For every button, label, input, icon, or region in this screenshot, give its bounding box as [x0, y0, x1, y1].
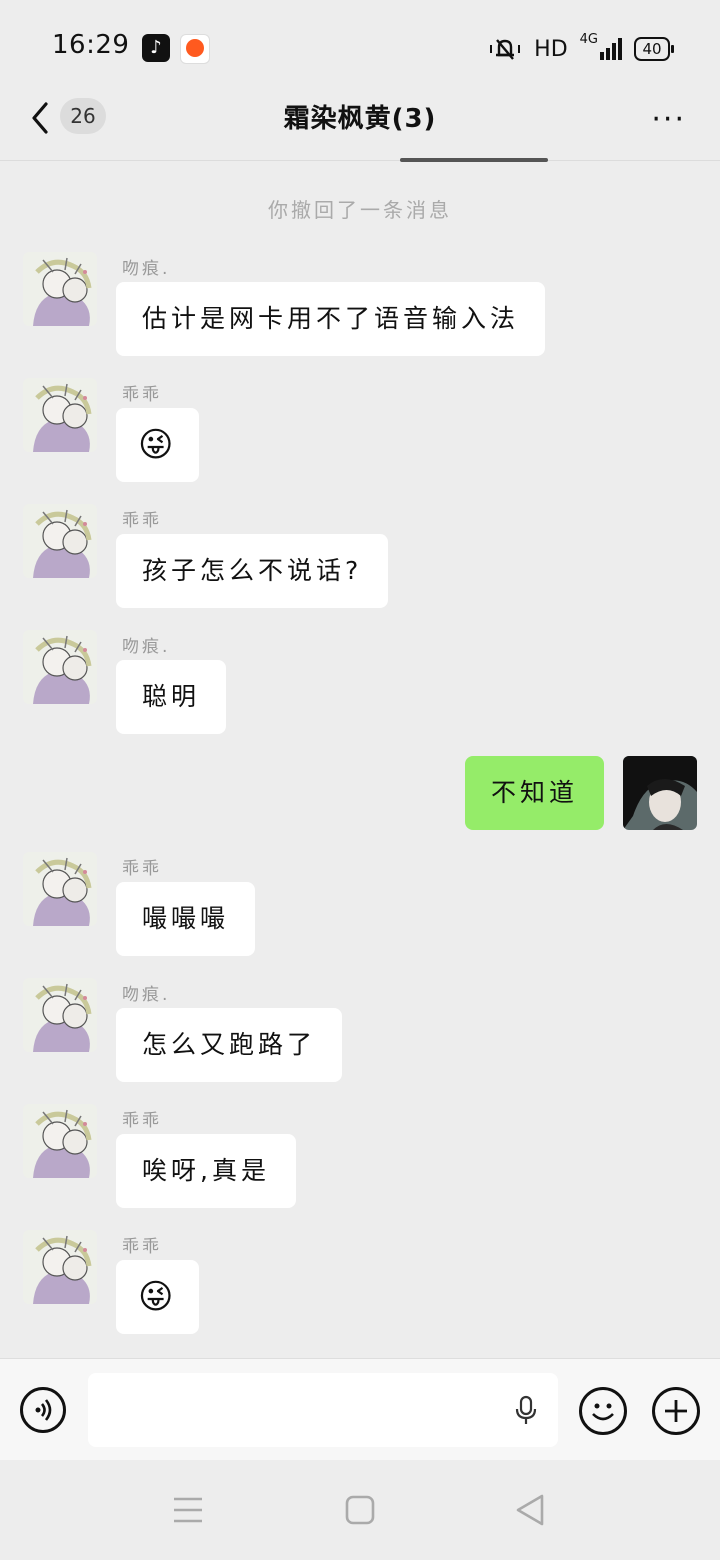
my-avatar[interactable] — [623, 756, 697, 830]
recall-notice: 你撤回了一条消息 — [268, 198, 452, 222]
sender-avatar[interactable] — [23, 1230, 97, 1304]
sender-avatar[interactable] — [23, 252, 97, 326]
sender-name: 乖乖 — [122, 1237, 162, 1257]
status-bar: 16:29 ♪ HD 4G 40 — [0, 0, 720, 96]
tiktok-icon: ♪ — [142, 34, 170, 62]
sender-name: 吻痕. — [122, 259, 171, 279]
message-row: 吻痕. 估计是网卡用不了语音输入法 — [0, 252, 720, 362]
chat-header: 26 霜染枫黄(3) ··· — [0, 96, 720, 161]
input-bar — [0, 1358, 720, 1461]
message-row: 不知道 — [0, 756, 720, 866]
sender-name: 乖乖 — [122, 511, 162, 531]
emoji-button[interactable] — [579, 1387, 627, 1435]
sender-name: 吻痕. — [122, 985, 171, 1005]
message-bubble[interactable]: 嘬嘬嘬 — [116, 882, 256, 956]
scroll-indicator — [400, 158, 548, 162]
sender-name: 乖乖 — [122, 385, 162, 405]
message-bubble[interactable]: 😜 — [116, 1260, 200, 1334]
message-bubble[interactable]: 怎么又跑路了 — [116, 1008, 343, 1082]
sender-avatar[interactable] — [23, 504, 97, 578]
message-row: 乖乖 😜 — [0, 378, 720, 488]
message-row: 乖乖唉呀,真是 — [0, 1104, 720, 1214]
sender-name: 乖乖 — [122, 1111, 162, 1131]
message-row: 吻痕. 怎么又跑路了 — [0, 978, 720, 1088]
message-bubble[interactable]: 估计是网卡用不了语音输入法 — [116, 282, 546, 356]
clock: 16:29 — [52, 30, 130, 60]
my-message-bubble[interactable]: 不知道 — [464, 756, 604, 830]
message-row: 吻痕. 聪明 — [0, 630, 720, 740]
message-bubble[interactable]: 聪明 — [116, 660, 227, 734]
network-type: 4G — [579, 32, 598, 47]
message-input[interactable] — [88, 1373, 558, 1447]
system-nav-bar — [0, 1460, 720, 1560]
sender-name: 吻痕. — [122, 637, 171, 657]
vibrate-mute-icon — [490, 39, 521, 60]
battery-icon: 40 — [634, 37, 674, 61]
signal-icon — [600, 38, 622, 60]
message-row: 乖乖嘬嘬嘬 — [0, 852, 720, 962]
smiley-icon — [592, 1403, 614, 1421]
sender-avatar[interactable] — [23, 1104, 97, 1178]
voice-icon — [35, 1399, 52, 1421]
shopping-app-icon — [180, 34, 210, 64]
message-row: 乖乖 😜 — [0, 1230, 720, 1340]
chat-title: 霜染枫黄(3) — [283, 104, 437, 134]
sender-avatar[interactable] — [23, 978, 97, 1052]
home-nav-icon[interactable] — [344, 1494, 376, 1526]
message-bubble[interactable]: 唉呀,真是 — [116, 1134, 296, 1208]
message-bubble[interactable]: 😜 — [116, 408, 200, 482]
sender-avatar[interactable] — [23, 630, 97, 704]
status-icons: HD 4G 40 — [488, 32, 674, 66]
menu-nav-icon[interactable] — [172, 1496, 204, 1524]
more-functions-button[interactable] — [652, 1387, 700, 1435]
sender-avatar[interactable] — [23, 378, 97, 452]
back-nav-icon[interactable] — [514, 1493, 546, 1527]
message-row: 乖乖孩子怎么不说话? — [0, 504, 720, 614]
more-options-icon[interactable]: ··· — [651, 102, 686, 137]
sender-avatar[interactable] — [23, 852, 97, 926]
sender-name: 乖乖 — [122, 859, 162, 879]
voice-mode-button[interactable] — [20, 1387, 66, 1433]
microphone-icon[interactable] — [514, 1395, 538, 1425]
plus-icon — [665, 1400, 687, 1422]
message-bubble[interactable]: 孩子怎么不说话? — [116, 534, 389, 608]
hd-label: HD — [534, 36, 568, 62]
